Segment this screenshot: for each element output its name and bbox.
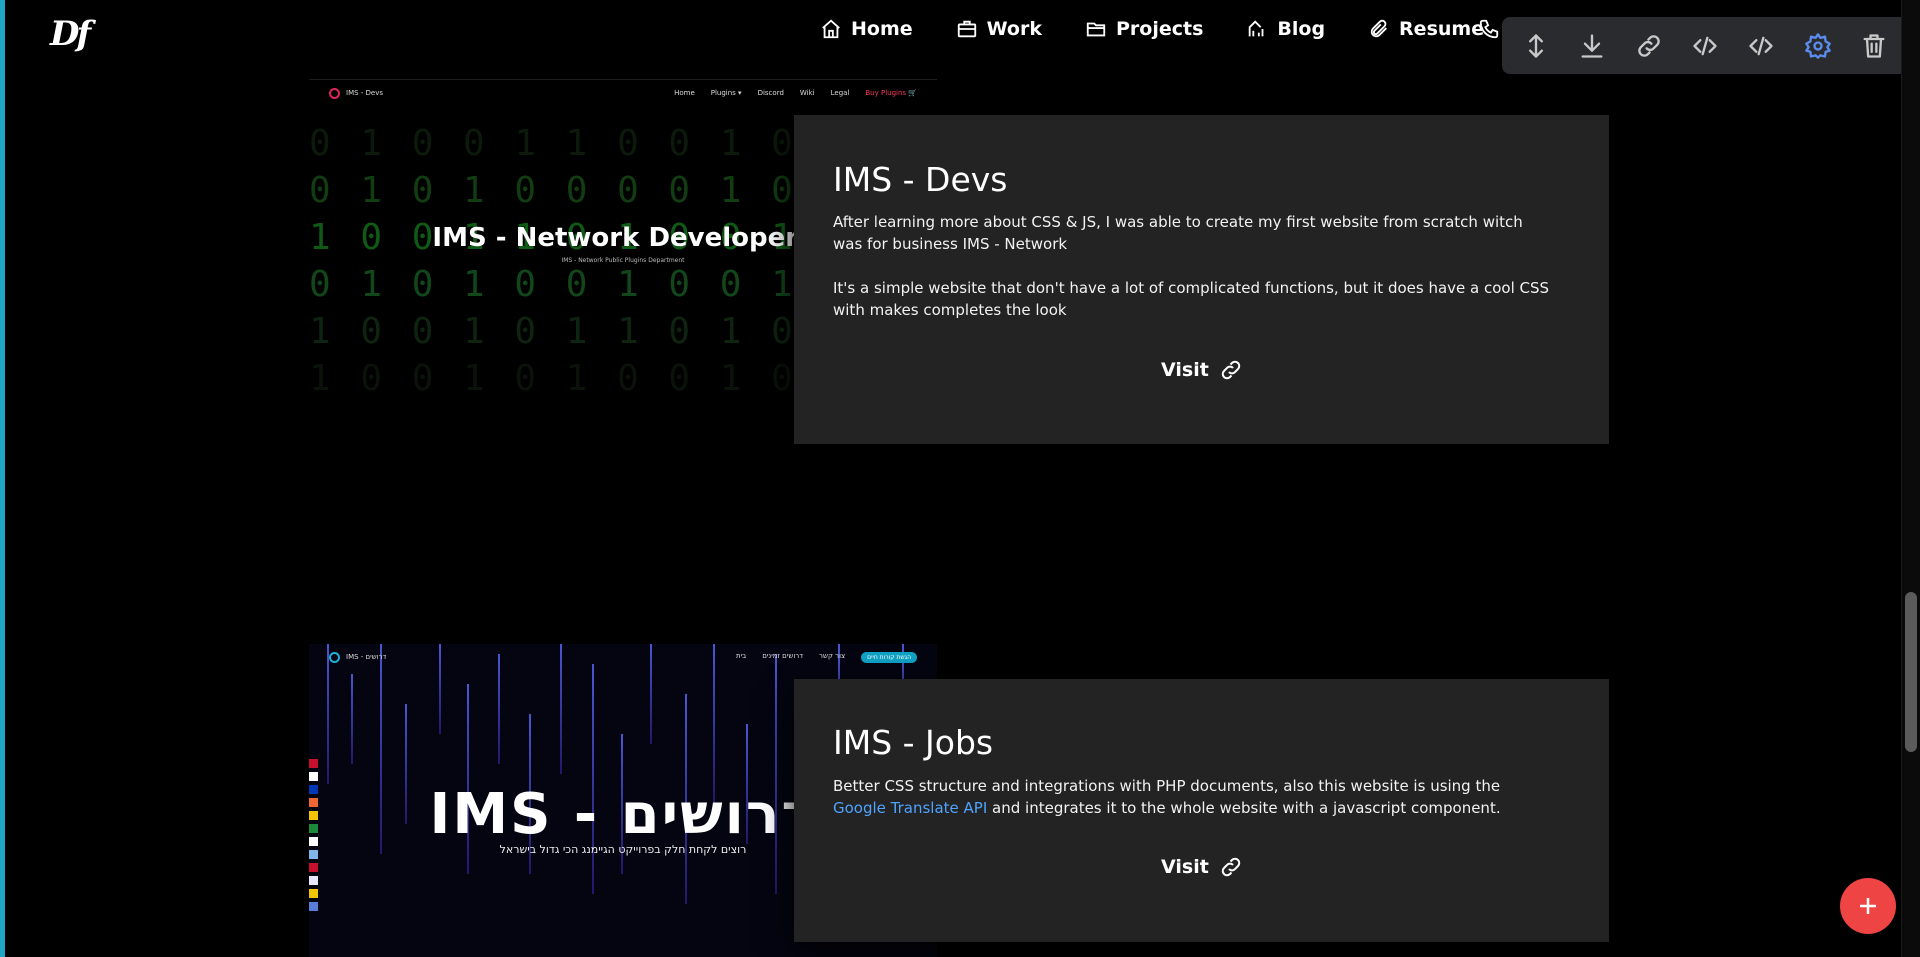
add-fab-button[interactable]: [1840, 878, 1896, 934]
link-icon: [1221, 857, 1241, 877]
mini-brand: IMS - Devs: [329, 87, 384, 99]
project-title: IMS - Devs: [833, 160, 1008, 199]
mini-nav-link: Legal: [830, 89, 850, 97]
mini-nav-link: Home: [674, 89, 695, 97]
mini-nav-link: בית: [735, 651, 747, 660]
delete-button[interactable]: [1854, 26, 1894, 66]
project-card-ims-jobs: IMS - Jobs Better CSS structure and inte…: [794, 679, 1609, 942]
folder-icon: [1086, 22, 1106, 37]
nav-resume-label: Resume: [1399, 18, 1485, 40]
site-logo[interactable]: Df: [50, 14, 91, 54]
plus-icon: [1860, 898, 1876, 914]
description-text: and integrates it to the whole website w…: [987, 799, 1501, 817]
link-icon: [1221, 360, 1241, 380]
code-alt-button[interactable]: [1741, 26, 1781, 66]
trash-icon: [1863, 33, 1885, 58]
gear-icon: [1804, 32, 1831, 59]
project-description: It's a simple website that don't have a …: [833, 279, 1550, 319]
nav-blog-label: Blog: [1277, 18, 1326, 40]
mini-brand-label: IMS - Devs: [346, 89, 384, 97]
mini-brand-label: IMS - דרושים: [346, 653, 387, 661]
project-title: IMS - Jobs: [833, 723, 994, 762]
project-card-ims-devs: IMS - Devs After learning more about CSS…: [794, 115, 1609, 444]
visit-button[interactable]: Visit: [1161, 855, 1243, 879]
resize-vertical-icon: [1529, 33, 1544, 58]
main-nav: Home Work Projects Blog Resume: [820, 18, 1484, 40]
project-description: After learning more about CSS & JS, I wa…: [833, 213, 1523, 253]
nav-resume[interactable]: Resume: [1368, 18, 1484, 40]
ring-logo-icon: [329, 651, 340, 663]
mini-nav-link: Plugins ▾: [710, 89, 742, 97]
mini-navbar: IMS - דרושים בית דרושים זמינים צור קשר ה…: [309, 644, 937, 670]
code-button[interactable]: [1685, 26, 1725, 66]
description-text: Better CSS structure and integrations wi…: [833, 777, 1501, 795]
blog-icon: [1249, 20, 1264, 37]
mini-nav-links: Home Plugins ▾ Discord Wiki Legal Buy Pl…: [674, 89, 917, 97]
download-button[interactable]: [1572, 26, 1612, 66]
nav-work[interactable]: Work: [956, 18, 1042, 40]
mini-nav-link: Discord: [757, 89, 784, 97]
home-icon: [822, 19, 840, 39]
visit-button[interactable]: Visit: [1161, 358, 1243, 382]
floating-toolbar: [1502, 17, 1908, 74]
google-translate-api-link[interactable]: Google Translate API: [833, 799, 987, 817]
mini-navbar: IMS - Devs Home Plugins ▾ Discord Wiki L…: [309, 80, 937, 106]
scrollbar-thumb[interactable]: [1905, 592, 1917, 752]
mini-brand: IMS - דרושים: [329, 651, 387, 663]
window-left-border: [0, 0, 5, 957]
nav-blog[interactable]: Blog: [1246, 18, 1325, 40]
visit-label: Visit: [1161, 856, 1209, 878]
settings-button[interactable]: [1798, 26, 1838, 66]
download-icon: [1581, 33, 1603, 58]
code-icon: [1693, 36, 1717, 55]
nav-contact[interactable]: [1478, 18, 1500, 40]
page-scrollbar[interactable]: [1901, 0, 1920, 957]
resize-vertical-button[interactable]: [1516, 26, 1556, 66]
project-description: Better CSS structure and integrations wi…: [833, 775, 1553, 819]
mini-nav-link: צור קשר: [819, 651, 846, 660]
ring-logo-icon: [329, 87, 340, 99]
mini-nav-links: בית דרושים זמינים צור קשר הגשת קורות חיי…: [735, 651, 917, 663]
mini-nav-link: Wiki: [799, 89, 815, 97]
link-icon: [1637, 34, 1660, 57]
nav-projects[interactable]: Projects: [1085, 18, 1203, 40]
nav-home[interactable]: Home: [820, 18, 913, 40]
visit-label: Visit: [1161, 359, 1209, 381]
nav-work-label: Work: [986, 18, 1042, 40]
link-button[interactable]: [1629, 26, 1669, 66]
code-alt-icon: [1749, 36, 1773, 55]
mini-nav-link-buy: Buy Plugins 🛒: [865, 89, 917, 97]
phone-icon: [1479, 19, 1499, 39]
nav-home-label: Home: [851, 18, 913, 40]
briefcase-icon: [957, 20, 976, 38]
paperclip-icon: [1370, 19, 1388, 38]
mini-cta-button: הגשת קורות חיים: [861, 651, 917, 663]
nav-projects-label: Projects: [1115, 18, 1204, 40]
mini-nav-link: דרושים זמינים: [762, 651, 804, 660]
